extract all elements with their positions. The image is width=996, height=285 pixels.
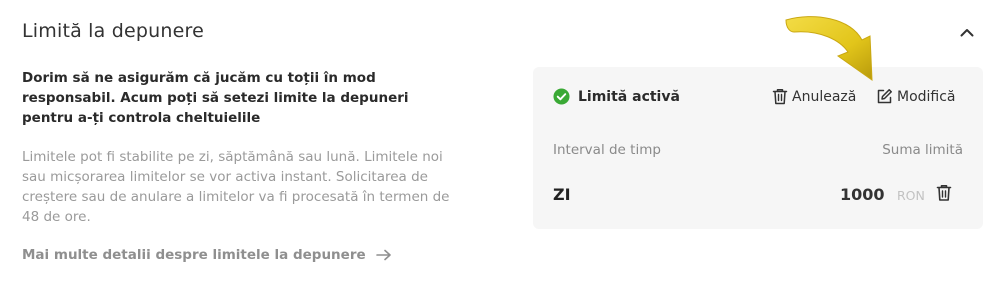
section-title: Limită la depunere [22,20,205,42]
edit-limit-button[interactable]: Modifică [876,88,956,105]
arrow-right-icon [375,249,391,261]
limit-currency: RON [897,188,925,203]
interval-column-header: Interval de timp [553,142,661,158]
collapse-toggle[interactable] [956,22,978,42]
limit-period: ZI [553,185,571,204]
deposit-limit-panel: Limită la depunere Dorim să ne asigurăm … [0,0,996,285]
more-details-label: Mai multe detalii despre limitele la dep… [22,247,366,263]
active-limit-card: Limită activă Anulează Modifică Interval… [533,67,983,229]
cancel-label: Anulează [792,88,857,105]
delete-limit-button[interactable] [936,184,954,204]
limit-status: Limită activă [553,88,680,105]
trash-icon [936,185,952,201]
annotation-arrow-icon [785,16,873,81]
edit-icon [877,89,892,104]
description-text: Limitele pot fi stabilite pe zi, săptămâ… [22,149,450,225]
limit-amount: 1000 [840,185,885,204]
check-circle-icon [553,88,570,105]
chevron-up-icon [960,28,974,36]
intro-text: Dorim să ne asigurăm că jucăm cu toții î… [22,70,409,126]
cancel-limit-button[interactable]: Anulează [772,88,856,105]
edit-label: Modifică [897,88,956,105]
status-label: Limită activă [578,88,680,105]
trash-icon [772,89,788,105]
more-details-link[interactable]: Mai multe detalii despre limitele la dep… [22,247,392,263]
amount-column-header: Suma limită [882,142,963,158]
